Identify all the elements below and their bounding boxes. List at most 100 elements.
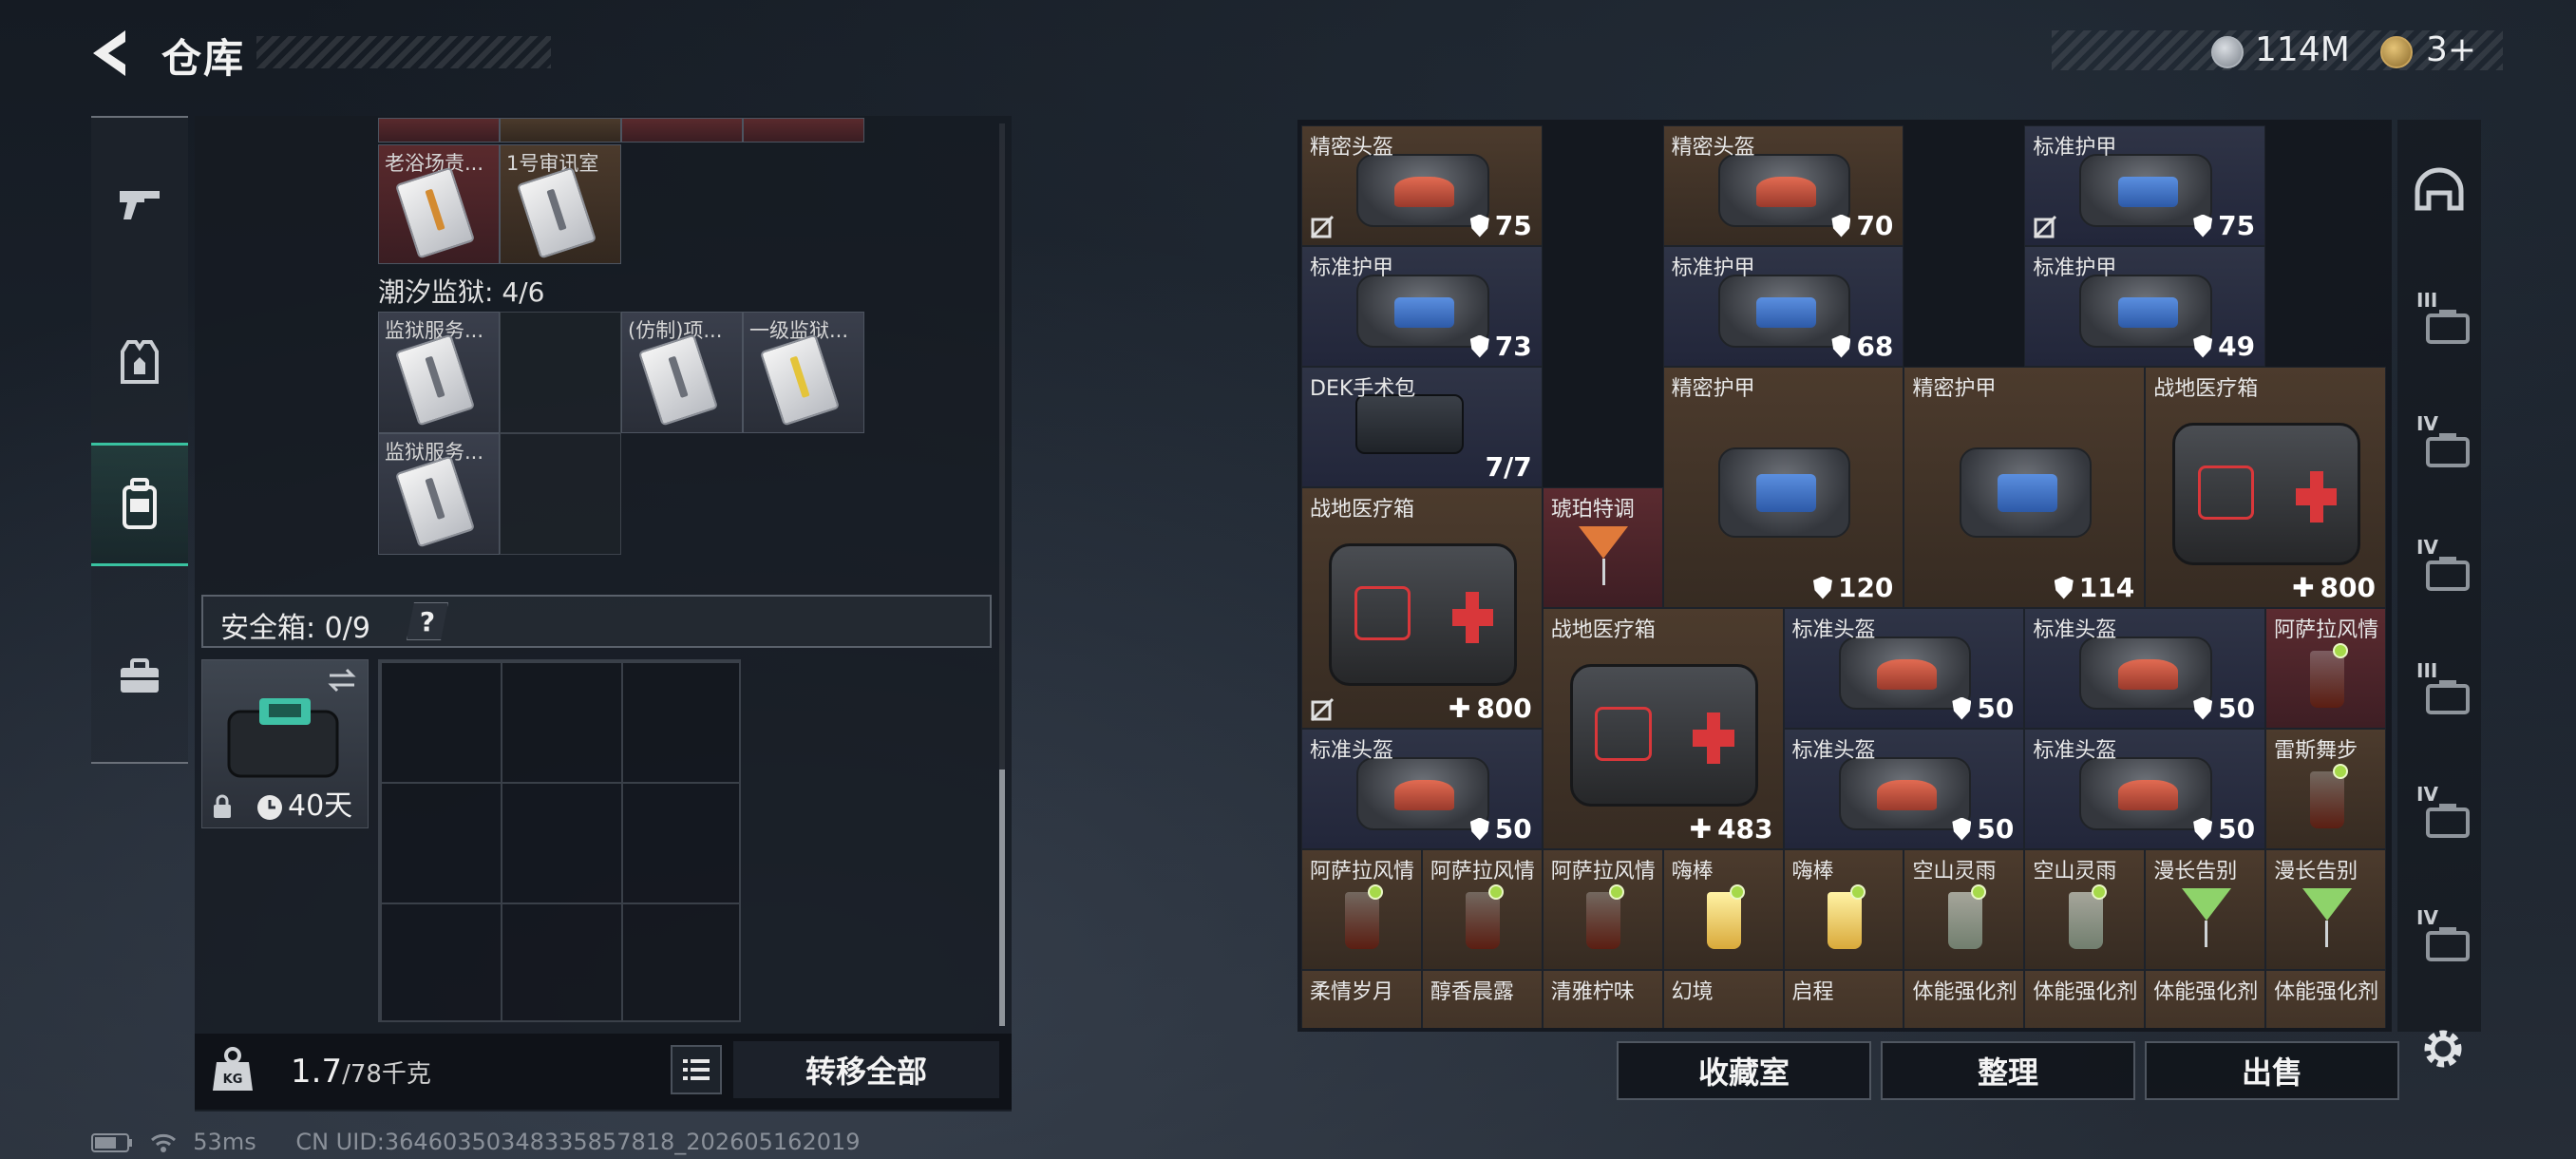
right-nav-container-tier[interactable]: III bbox=[2397, 256, 2481, 378]
sort-button[interactable]: 整理 bbox=[1881, 1041, 2135, 1100]
weight-max: /78千克 bbox=[342, 1060, 431, 1089]
item-slot-partial[interactable] bbox=[743, 118, 864, 142]
tier-numeral: III bbox=[2416, 289, 2438, 312]
inventory-item[interactable]: 标准护甲 49 bbox=[2024, 246, 2266, 367]
inventory-item[interactable]: 启程 bbox=[1783, 970, 1904, 1028]
item-slot[interactable]: 监狱服务... bbox=[378, 312, 500, 433]
item-value-text: 114 bbox=[2078, 572, 2135, 603]
empty-slot[interactable] bbox=[500, 312, 621, 433]
inventory-item[interactable]: 柔情岁月 bbox=[1301, 970, 1422, 1028]
item-slot-partial[interactable] bbox=[500, 118, 621, 142]
inventory-item[interactable]: 精密头盔 75 bbox=[1301, 125, 1543, 246]
durability-shield-icon bbox=[1469, 334, 1489, 358]
sell-button[interactable]: 出售 bbox=[2145, 1041, 2399, 1100]
durability-shield-icon bbox=[1952, 696, 1972, 720]
swap-icon bbox=[328, 668, 356, 693]
help-icon: ? bbox=[419, 605, 436, 637]
inventory-item[interactable]: 标准护甲 68 bbox=[1662, 246, 1904, 367]
keycard-icon bbox=[516, 166, 597, 259]
nav-toolbox[interactable] bbox=[91, 616, 188, 739]
drink-item-icon bbox=[1345, 891, 1380, 949]
inventory-item[interactable]: 战地医疗箱 ✚ 800 bbox=[2145, 367, 2386, 608]
list-view-button[interactable] bbox=[671, 1045, 722, 1094]
weight-current: 1.7 bbox=[291, 1053, 343, 1091]
drink-item-icon bbox=[2309, 650, 2344, 708]
transfer-all-button[interactable]: 转移全部 bbox=[733, 1041, 999, 1098]
inventory-item[interactable]: 标准护甲 75 bbox=[2024, 125, 2266, 246]
right-nav-container-tier[interactable]: IV bbox=[2397, 380, 2481, 502]
currency-coin-value: 114M bbox=[2255, 30, 2350, 69]
safe-box-item[interactable]: 40天 bbox=[201, 659, 369, 828]
collection-room-button[interactable]: 收藏室 bbox=[1617, 1041, 1871, 1100]
inventory-item[interactable]: 空山灵雨 bbox=[1904, 849, 2025, 970]
inventory-item[interactable]: 战地医疗箱 ✚ 483 bbox=[1542, 608, 1784, 849]
inventory-item[interactable]: 嗨棒 bbox=[1783, 849, 1904, 970]
empty-slot[interactable] bbox=[500, 433, 621, 555]
inventory-item[interactable]: 空山灵雨 bbox=[2024, 849, 2146, 970]
inventory-item[interactable]: 琥珀特调 bbox=[1542, 487, 1663, 608]
keycard-icon bbox=[394, 455, 476, 548]
inventory-item[interactable]: 漫长告别 bbox=[2265, 849, 2386, 970]
cocktail-item-icon bbox=[1579, 525, 1629, 559]
inventory-item[interactable]: 清雅柠味 bbox=[1542, 970, 1663, 1028]
inventory-item[interactable]: 战地医疗箱 ✚ 800 bbox=[1301, 487, 1543, 729]
inventory-item[interactable]: 阿萨拉风情 bbox=[1421, 849, 1543, 970]
medkit-item-icon bbox=[1328, 543, 1517, 686]
backpack-icon bbox=[123, 478, 157, 529]
nav-backpack[interactable] bbox=[91, 443, 188, 566]
inventory-item[interactable]: 阿萨拉风情 bbox=[1542, 849, 1663, 970]
item-value-text: 50 bbox=[2218, 813, 2256, 845]
inventory-item[interactable]: 精密护甲 114 bbox=[1904, 367, 2146, 608]
item-slot-partial[interactable] bbox=[621, 118, 743, 142]
inventory-item[interactable]: 阿萨拉风情 bbox=[2265, 608, 2386, 729]
inventory-item[interactable]: DEK手术包 7/7 bbox=[1301, 367, 1543, 487]
inventory-item[interactable]: 标准头盔 50 bbox=[1783, 608, 2025, 729]
inventory-item[interactable]: 标准头盔 50 bbox=[1301, 729, 1543, 849]
inventory-item[interactable]: 标准头盔 50 bbox=[2024, 608, 2266, 729]
storage-scroll-thumb[interactable] bbox=[999, 770, 1005, 1026]
right-nav-container-tier[interactable]: IV bbox=[2397, 504, 2481, 625]
inventory-item[interactable]: 标准护甲 73 bbox=[1301, 246, 1543, 367]
durability-shield-icon bbox=[2054, 576, 2074, 599]
right-nav-container-tier[interactable]: III bbox=[2397, 627, 2481, 749]
durability-shield-icon bbox=[1812, 576, 1832, 599]
inventory-item[interactable]: 阿萨拉风情 bbox=[1301, 849, 1422, 970]
item-name: 体能强化剂 bbox=[2274, 980, 2379, 1004]
settings-button[interactable] bbox=[2418, 1024, 2468, 1074]
item-slot[interactable]: 老浴场责... bbox=[378, 144, 500, 264]
inventory-item[interactable]: 精密头盔 70 bbox=[1662, 125, 1904, 246]
inventory-item[interactable]: 幻境 bbox=[1662, 970, 1784, 1028]
back-button[interactable] bbox=[84, 25, 141, 82]
item-slot-partial[interactable] bbox=[378, 118, 500, 142]
item-slot[interactable]: (仿制)项... bbox=[621, 312, 743, 433]
right-nav-container-tier[interactable]: IV bbox=[2397, 750, 2481, 872]
item-name: 嗨棒 bbox=[1791, 860, 1834, 884]
drink-item-icon bbox=[1586, 891, 1621, 949]
keycard-icon bbox=[394, 333, 476, 427]
inventory-item[interactable]: 体能强化剂 bbox=[2265, 970, 2386, 1028]
inventory-item[interactable]: 体能强化剂 bbox=[2145, 970, 2266, 1028]
nav-equipment[interactable] bbox=[91, 300, 188, 424]
inventory-item[interactable]: 醇香晨露 bbox=[1421, 970, 1543, 1028]
gear-icon bbox=[2424, 1030, 2462, 1068]
inventory-item[interactable]: 精密护甲 120 bbox=[1662, 367, 1904, 608]
inventory-item[interactable]: 标准头盔 50 bbox=[2024, 729, 2266, 849]
item-slot[interactable]: 一级监狱... bbox=[743, 312, 864, 433]
inventory-item[interactable]: 漫长告别 bbox=[2145, 849, 2266, 970]
item-slot[interactable]: 监狱服务... bbox=[378, 433, 500, 555]
item-value-text: 70 bbox=[1856, 210, 1894, 241]
item-slot[interactable]: 1号审讯室 bbox=[500, 144, 621, 264]
inventory-item[interactable]: 雷斯舞步 bbox=[2265, 729, 2386, 849]
heal-icon: ✚ bbox=[1689, 813, 1713, 845]
inventory-item[interactable]: 体能强化剂 bbox=[1904, 970, 2025, 1028]
helmet-icon bbox=[2415, 167, 2464, 211]
inventory-item[interactable]: 标准头盔 50 bbox=[1783, 729, 2025, 849]
nav-weapons[interactable] bbox=[91, 142, 188, 266]
inventory-item[interactable]: 体能强化剂 bbox=[2024, 970, 2146, 1028]
page-title: 仓库 bbox=[161, 35, 246, 82]
inventory-item[interactable]: 嗨棒 bbox=[1662, 849, 1784, 970]
safe-box-grid[interactable] bbox=[378, 659, 741, 1022]
right-nav-container-tier[interactable]: IV bbox=[2397, 874, 2481, 996]
right-nav-helmet[interactable] bbox=[2397, 129, 2481, 251]
item-value-text: 50 bbox=[1977, 693, 2015, 724]
